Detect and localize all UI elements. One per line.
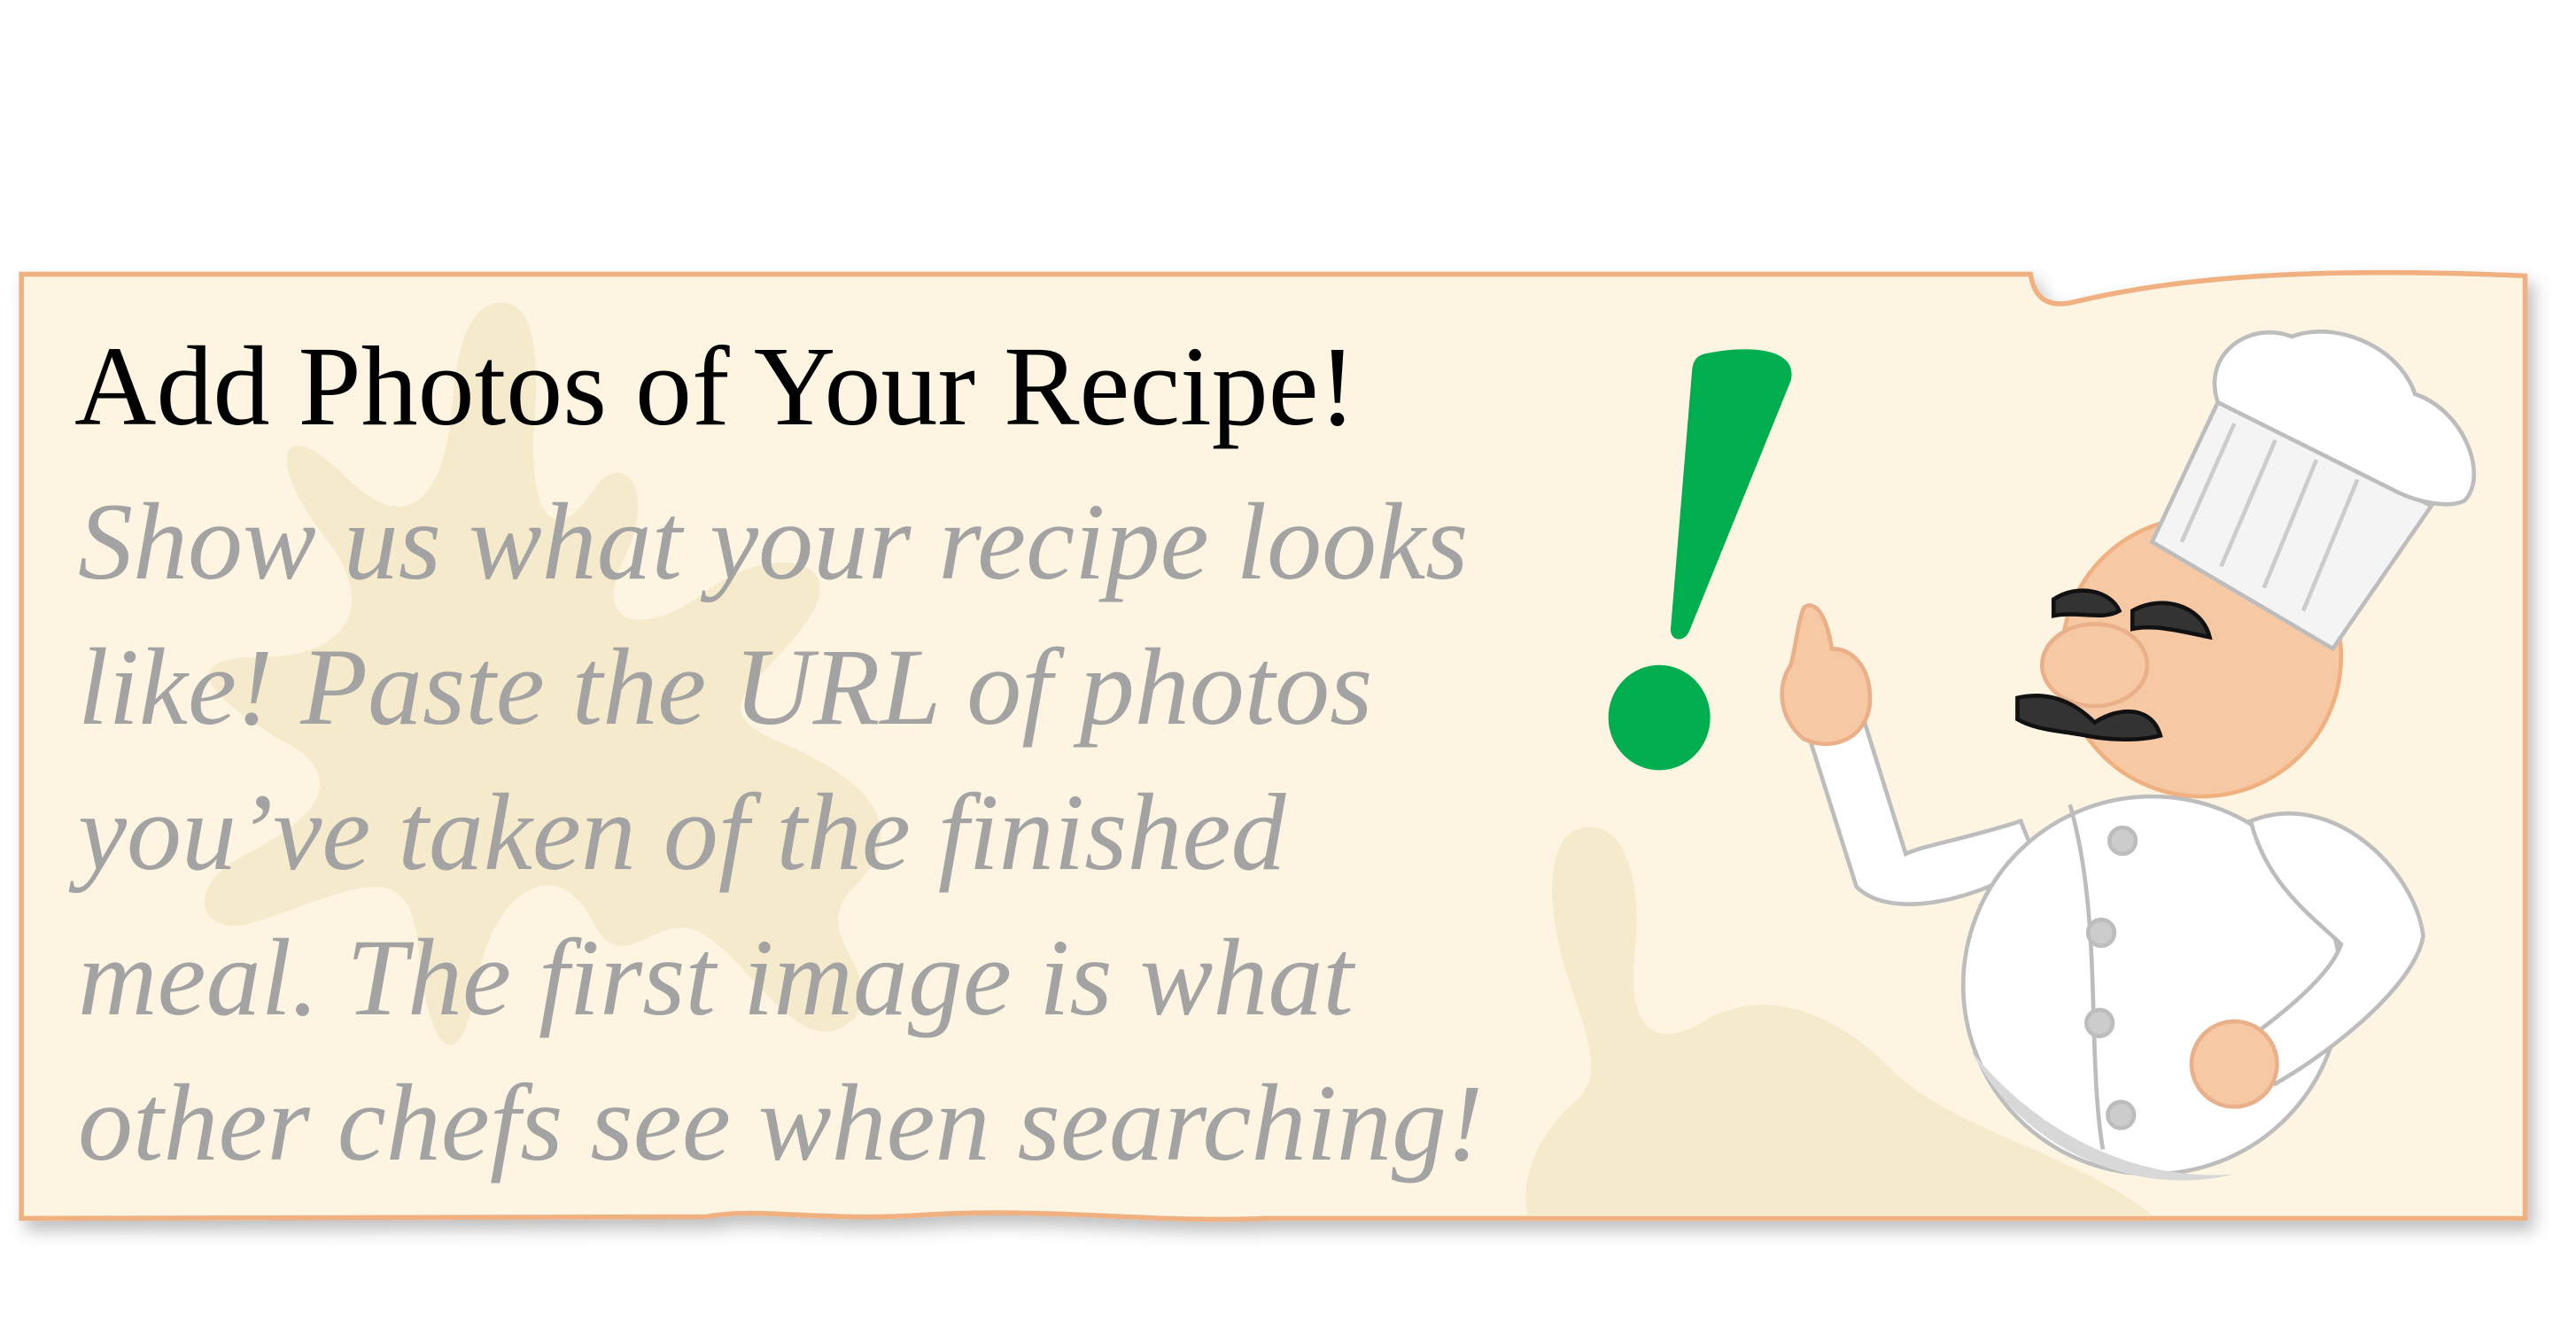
message-line: Show us what your recipe looks [78,481,1469,602]
message-line: you’ve taken of the finished [78,772,1286,893]
message-line: other chefs see when searching! [78,1062,1484,1184]
message-line: meal. The first image is what [78,917,1354,1038]
banner-message: Show us what your recipe looks like! Pas… [78,470,1584,1196]
banner-title: Add Photos of Your Recipe! [74,323,1357,449]
message-line: like! Paste the URL of photos [78,626,1373,748]
